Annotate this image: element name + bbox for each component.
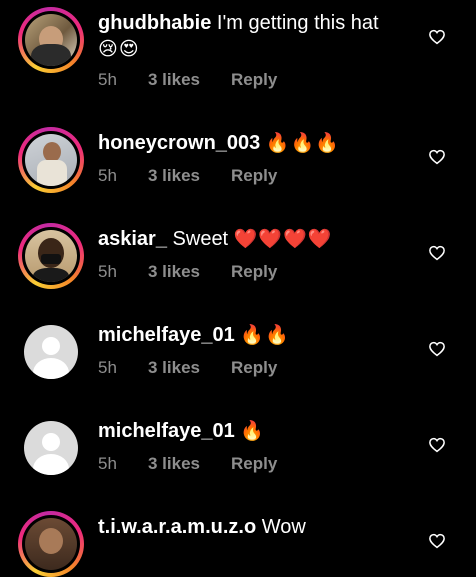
comment-username[interactable]: honeycrown_003 bbox=[98, 132, 260, 154]
emoji: ❤️ bbox=[258, 229, 283, 250]
likes-count[interactable]: 3 likes bbox=[148, 358, 231, 378]
likes-count[interactable]: 3 likes bbox=[148, 262, 231, 282]
emoji: 🔥 bbox=[240, 421, 264, 442]
avatar[interactable] bbox=[18, 223, 84, 289]
emoji: ❤️ bbox=[307, 229, 332, 250]
comment-body: Sweet bbox=[172, 228, 229, 250]
heart-outline-icon[interactable] bbox=[428, 436, 446, 454]
comment-meta: 5h 3 likes Reply bbox=[98, 166, 277, 186]
avatar[interactable] bbox=[18, 7, 84, 73]
comment-time: 5h bbox=[98, 262, 117, 281]
emoji: 😍 bbox=[118, 39, 139, 60]
comment-time: 5h bbox=[98, 454, 117, 473]
emoji: 🔥 bbox=[240, 325, 264, 346]
avatar[interactable] bbox=[18, 511, 84, 577]
comment-body: I'm getting this hat bbox=[216, 12, 379, 34]
comment-text: askiar_ Sweet ❤️❤️❤️❤️ bbox=[98, 226, 416, 252]
comment-text: honeycrown_003 🔥🔥🔥 bbox=[98, 130, 416, 156]
comment-time: 5h bbox=[98, 358, 117, 377]
comment-meta: 5h 3 likes Reply bbox=[98, 262, 277, 282]
heart-outline-icon[interactable] bbox=[428, 532, 446, 550]
comment-text: michelfaye_01 🔥🔥 bbox=[98, 322, 416, 348]
reply-button[interactable]: Reply bbox=[231, 262, 277, 282]
likes-count[interactable]: 3 likes bbox=[148, 70, 231, 90]
comment-body: Wow bbox=[261, 516, 306, 538]
comment-text: t.i.w.a.r.a.m.u.z.o Wow bbox=[98, 514, 416, 540]
likes-count[interactable]: 3 likes bbox=[148, 454, 231, 474]
reply-button[interactable]: Reply bbox=[231, 358, 277, 378]
reply-button[interactable]: Reply bbox=[231, 166, 277, 186]
avatar[interactable] bbox=[18, 127, 84, 193]
likes-count[interactable]: 3 likes bbox=[148, 166, 231, 186]
heart-outline-icon[interactable] bbox=[428, 340, 446, 358]
emoji: ❤️ bbox=[283, 229, 307, 250]
comment-time: 5h bbox=[98, 70, 117, 89]
reply-button[interactable]: Reply bbox=[231, 454, 277, 474]
default-avatar-icon[interactable] bbox=[24, 325, 78, 379]
emoji: 🔥 bbox=[315, 133, 339, 154]
heart-outline-icon[interactable] bbox=[428, 28, 446, 46]
comment-meta: 5h 3 likes Reply bbox=[98, 454, 277, 474]
heart-outline-icon[interactable] bbox=[428, 244, 446, 262]
emoji: ❤️ bbox=[233, 229, 258, 250]
comment-username[interactable]: ghudbhabie bbox=[98, 12, 211, 34]
comment-username[interactable]: askiar_ bbox=[98, 228, 167, 250]
reply-button[interactable]: Reply bbox=[231, 70, 277, 90]
comment-username[interactable]: michelfaye_01 bbox=[98, 420, 235, 442]
comment-meta: 5h 3 likes Reply bbox=[98, 70, 277, 90]
comment-text: michelfaye_01 🔥 bbox=[98, 418, 416, 444]
heart-outline-icon[interactable] bbox=[428, 148, 446, 166]
comment-username[interactable]: t.i.w.a.r.a.m.u.z.o bbox=[98, 516, 256, 538]
emoji: 🔥 bbox=[290, 133, 315, 154]
emoji: 😢 bbox=[98, 39, 118, 60]
comment-username[interactable]: michelfaye_01 bbox=[98, 324, 235, 346]
comment-text: ghudbhabie I'm getting this hat 😢😍 bbox=[98, 10, 416, 62]
comment-meta: 5h 3 likes Reply bbox=[98, 358, 277, 378]
comment-time: 5h bbox=[98, 166, 117, 185]
emoji: 🔥 bbox=[265, 325, 289, 346]
emoji: 🔥 bbox=[265, 133, 290, 154]
default-avatar-icon[interactable] bbox=[24, 421, 78, 475]
